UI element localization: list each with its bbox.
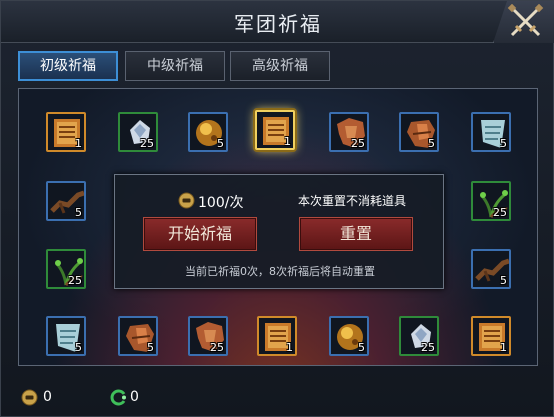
reward-board: 1 25 5 1 25 5 5 5 25 25 5 5 5 25 1 5 25 1 100/次 本次重置不消耗道具… [18, 88, 538, 366]
item-quantity: 1 [286, 341, 293, 354]
title-bar: 军团祈福 [1, 1, 554, 43]
item-quantity: 5 [147, 341, 154, 354]
item-quantity: 5 [358, 341, 365, 354]
reward-slot[interactable]: 1 [257, 316, 297, 356]
reward-slot[interactable]: 25 [46, 249, 86, 289]
item-quantity: 25 [421, 341, 435, 354]
blessing-cost: 100/次 [198, 195, 244, 211]
item-quantity: 25 [493, 206, 507, 219]
reward-slot[interactable]: 5 [399, 112, 439, 152]
blessing-status: 当前已祈福0次，8次祈福后将自动重置 [185, 265, 375, 278]
item-quantity: 1 [75, 137, 82, 150]
start-blessing-button[interactable]: 开始祈福 [143, 217, 257, 251]
gem-balance: 0 [130, 389, 139, 405]
reward-slot[interactable]: 25 [399, 316, 439, 356]
window-title: 军团祈福 [234, 12, 322, 36]
item-quantity: 25 [68, 274, 82, 287]
item-quantity: 5 [500, 274, 507, 287]
reward-slot[interactable]: 5 [471, 249, 511, 289]
reward-slot[interactable]: 25 [188, 316, 228, 356]
item-quantity: 1 [500, 341, 507, 354]
coin-icon [178, 192, 195, 209]
item-quantity: 5 [500, 137, 507, 150]
reset-note: 本次重置不消耗道具 [298, 194, 407, 208]
reset-button[interactable]: 重置 [299, 217, 413, 251]
tab-advanced-blessing[interactable]: 高级祈福 [230, 51, 330, 81]
item-quantity: 5 [75, 206, 82, 219]
reward-slot[interactable]: 1 [46, 112, 86, 152]
green-gem-icon [110, 389, 126, 406]
reward-slot[interactable]: 5 [46, 181, 86, 221]
item-quantity: 25 [351, 137, 365, 150]
item-quantity: 5 [75, 341, 82, 354]
item-quantity: 25 [140, 137, 154, 150]
reward-slot[interactable]: 5 [46, 316, 86, 356]
reward-slot[interactable]: 5 [471, 112, 511, 152]
reward-slot[interactable]: 5 [329, 316, 369, 356]
reward-slot[interactable]: 25 [471, 181, 511, 221]
reward-slot[interactable]: 5 [188, 112, 228, 152]
tab-intermediate-blessing[interactable]: 中级祈福 [125, 51, 225, 81]
item-quantity: 5 [428, 137, 435, 150]
reward-slot[interactable]: 25 [118, 112, 158, 152]
item-quantity: 25 [210, 341, 224, 354]
blessing-window: 军团祈福 初级祈福 中级祈福 高级祈福 1 25 5 1 25 5 5 5 25 25 5 5 5 25 1… [0, 0, 554, 417]
reward-slot[interactable]: 1 [255, 110, 295, 150]
reward-slot[interactable]: 5 [118, 316, 158, 356]
reward-slot[interactable]: 25 [329, 112, 369, 152]
coin-balance: 0 [43, 389, 52, 405]
crossed-swords-close-icon [507, 4, 544, 37]
item-quantity: 1 [284, 135, 291, 148]
blessing-panel: 100/次 本次重置不消耗道具 开始祈福 重置 当前已祈福0次，8次祈福后将自动… [114, 174, 444, 289]
tab-basic-blessing[interactable]: 初级祈福 [18, 51, 118, 81]
reward-slot[interactable]: 1 [471, 316, 511, 356]
item-quantity: 5 [217, 137, 224, 150]
coin-icon [21, 389, 38, 406]
